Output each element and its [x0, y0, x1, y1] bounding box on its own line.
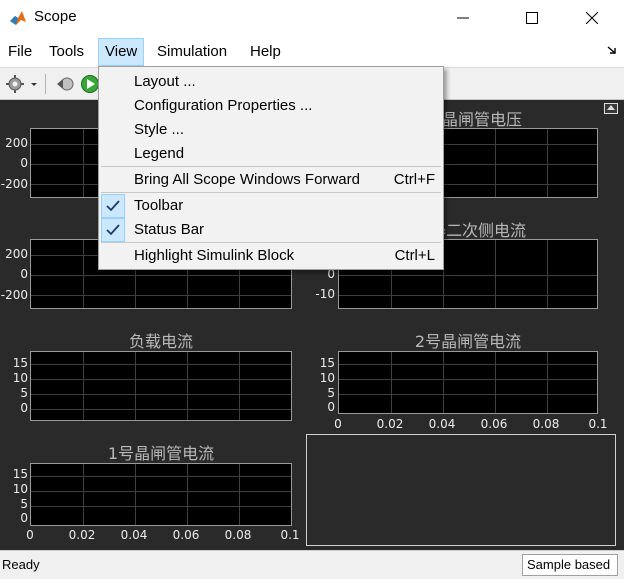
matlab-icon	[10, 11, 26, 25]
axes-3-ytick: 0	[20, 267, 28, 281]
menu-item-highlight-block[interactable]: Highlight Simulink Block Ctrl+L	[99, 244, 443, 268]
menu-item-shortcut: Ctrl+F	[393, 171, 435, 188]
close-icon	[586, 12, 598, 24]
menu-item-label: Bring All Scope Windows Forward	[134, 171, 360, 188]
axes-1-ytick: -200	[0, 177, 28, 191]
maximize-icon	[526, 12, 538, 24]
axes-6-xtick: 0.1	[588, 417, 608, 431]
axes-1-ytick: 200	[5, 136, 28, 150]
axes-6-xtick: 0.04	[428, 417, 456, 431]
axes-7-ytick: 5	[20, 497, 28, 511]
title-bar: Scope	[0, 0, 624, 36]
axes-5-ytick: 10	[12, 371, 28, 385]
minimize-icon	[457, 17, 469, 19]
menu-item-label: Style ...	[134, 121, 185, 138]
empty-axes-panel[interactable]	[306, 434, 616, 546]
axes-6-title: 2号晶闸管电流	[414, 332, 522, 351]
step-back-icon[interactable]	[55, 74, 75, 94]
checkmark-icon	[106, 224, 120, 236]
menu-file[interactable]: File	[2, 38, 38, 66]
sample-mode-indicator: Sample based	[522, 554, 618, 576]
menu-item-style[interactable]: Style ...	[99, 118, 443, 142]
axes-5-ytick: 15	[12, 356, 28, 370]
menu-item-label: Legend	[134, 145, 185, 162]
settings-gear-icon[interactable]	[5, 74, 25, 94]
menu-item-legend[interactable]: Legend	[99, 142, 443, 166]
axes-3-ytick: 200	[5, 247, 28, 261]
axes-7-xtick: 0.1	[280, 528, 300, 542]
axes-4-ytick: -10	[315, 287, 335, 301]
dropdown-arrow-icon[interactable]	[29, 74, 39, 94]
axes-7-xtick: 0.04	[120, 528, 148, 542]
menu-help[interactable]: Help	[244, 38, 287, 66]
menu-item-bring-forward[interactable]: Bring All Scope Windows Forward Ctrl+F	[99, 168, 443, 192]
menu-separator	[101, 242, 441, 243]
axes-5-ytick: 0	[20, 401, 28, 415]
axes-7-ytick: 15	[12, 467, 28, 481]
menu-simulation[interactable]: Simulation	[151, 38, 233, 66]
axes-6-ytick: 5	[327, 386, 335, 400]
menu-item-label: Highlight Simulink Block	[134, 247, 295, 264]
toolbar-separator	[45, 74, 46, 94]
axes-7-xtick: 0.02	[68, 528, 96, 542]
menu-item-label: Configuration Properties ...	[134, 97, 313, 114]
undock-button[interactable]	[604, 103, 618, 114]
menu-item-status-bar[interactable]: Status Bar	[99, 218, 443, 242]
window-title: Scope	[34, 8, 77, 25]
axes-6-xtick: 0.06	[480, 417, 508, 431]
status-bar: Ready Sample based	[0, 550, 624, 579]
menu-item-toolbar[interactable]: Toolbar	[99, 194, 443, 218]
menu-view[interactable]: View	[98, 38, 145, 66]
menu-item-configuration-properties[interactable]: Configuration Properties ...	[99, 94, 443, 118]
menu-item-label: Toolbar	[134, 197, 184, 214]
axes-7-xtick: 0.06	[172, 528, 200, 542]
menu-bar: File Tools View Simulation Help	[0, 36, 624, 67]
view-menu-dropdown: Layout ... Configuration Properties ... …	[98, 66, 444, 270]
run-icon[interactable]	[80, 74, 100, 94]
minimize-button[interactable]	[440, 0, 486, 36]
axes-5	[30, 351, 292, 421]
menu-separator	[101, 166, 441, 167]
menu-item-shortcut: Ctrl+L	[394, 247, 435, 264]
axes-6	[338, 351, 598, 414]
axes-7-xtick: 0.08	[224, 528, 252, 542]
axes-5-title: 负载电流	[128, 332, 193, 351]
undock-icon	[607, 105, 615, 110]
axes-1-ytick: 0	[20, 156, 28, 170]
menu-separator	[101, 192, 441, 193]
menu-item-layout[interactable]: Layout ...	[99, 70, 443, 94]
axes-7-xtick: 0	[26, 528, 34, 542]
axes-5-ytick: 5	[20, 386, 28, 400]
menu-item-label: Status Bar	[134, 221, 205, 238]
checkmark-box	[101, 194, 125, 218]
axes-6-ytick: 15	[319, 356, 335, 370]
axes-6-ytick: 10	[319, 371, 335, 385]
axes-3-ytick: -200	[0, 288, 28, 302]
axes-6-xtick: 0	[334, 417, 342, 431]
axes-6-xtick: 0.08	[532, 417, 560, 431]
menu-tools[interactable]: Tools	[43, 38, 90, 66]
axes-6-xtick: 0.02	[376, 417, 404, 431]
axes-7-ytick: 10	[12, 482, 28, 496]
maximize-button[interactable]	[509, 0, 555, 36]
checkmark-icon	[106, 200, 120, 212]
menu-item-label: Layout ...	[134, 73, 196, 90]
axes-6-ytick: 0	[327, 400, 335, 414]
axes-7	[30, 463, 292, 526]
close-button[interactable]	[569, 0, 615, 36]
axes-2-title: 晶闸管电压	[442, 110, 523, 129]
axes-4-title: 器二次侧电流	[430, 221, 527, 240]
checkmark-box	[101, 218, 125, 242]
axes-7-ytick: 0	[20, 511, 28, 525]
axes-7-title: 1号晶闸管电流	[107, 444, 215, 463]
dock-arrow-icon[interactable]	[607, 45, 617, 55]
status-text: Ready	[2, 557, 40, 572]
